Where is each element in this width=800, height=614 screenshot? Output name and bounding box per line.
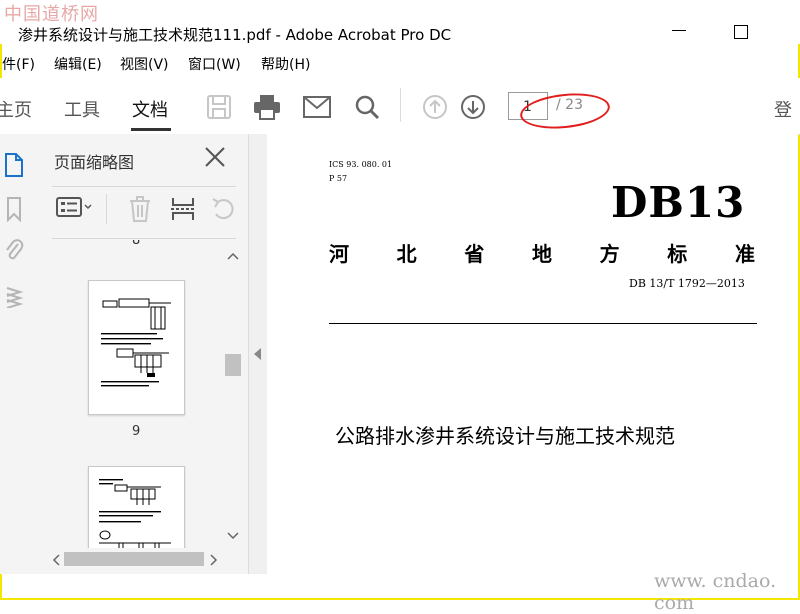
panel-tool-separator	[106, 194, 107, 224]
doc-standard-char: 北	[396, 242, 417, 266]
close-icon[interactable]	[204, 146, 226, 172]
menu-file[interactable]: 件(F)	[2, 54, 35, 74]
title-bar: 中国道桥网 渗井系统设计与施工技术规范111.pdf - Adobe Acrob…	[0, 0, 800, 44]
collapse-panel-icon[interactable]	[254, 348, 262, 360]
page-thumbnails-icon[interactable]	[4, 152, 24, 177]
minimize-button[interactable]	[672, 30, 686, 31]
undo-icon[interactable]	[210, 196, 236, 226]
menu-bar: 件(F) 编辑(E) 视图(V) 窗口(W) 帮助(H)	[0, 48, 800, 78]
doc-standard-number: DB 13/T 1792—2013	[629, 277, 745, 290]
thumbnail-options-icon[interactable]	[56, 196, 96, 222]
scroll-down-icon[interactable]	[227, 532, 239, 540]
vertical-scroll-thumb[interactable]	[225, 354, 241, 376]
doc-p-code: P 57	[329, 174, 348, 183]
tab-tools[interactable]: 工具	[64, 96, 100, 122]
thumbnail-list: 8 9	[52, 240, 240, 548]
sign-in-link[interactable]: 登	[774, 96, 792, 122]
scroll-right-icon[interactable]	[210, 554, 218, 566]
doc-standard-char: 方	[599, 242, 620, 266]
menu-view[interactable]: 视图(V)	[120, 54, 169, 74]
thumbnails-panel: 页面缩略图 8 9	[36, 134, 248, 574]
page-thumbnail-10[interactable]	[88, 466, 185, 548]
delete-icon[interactable]	[128, 196, 152, 226]
bookmark-icon[interactable]	[4, 196, 24, 223]
next-page-icon[interactable]	[458, 92, 488, 122]
page-thumbnail-9[interactable]	[88, 280, 185, 415]
print-icon[interactable]	[252, 92, 282, 122]
tab-home[interactable]: 主页	[0, 96, 32, 122]
tab-document[interactable]: 文档	[132, 96, 168, 122]
doc-rule-line	[329, 323, 757, 324]
attachment-icon[interactable]	[4, 238, 24, 260]
save-icon[interactable]	[204, 92, 234, 122]
thumbnail-label: 8	[132, 240, 141, 248]
split-page-icon[interactable]	[170, 196, 196, 226]
panel-splitter[interactable]	[248, 134, 268, 574]
scroll-up-icon[interactable]	[227, 252, 239, 260]
doc-standard-type: 河 北 省 地 方 标 准	[329, 238, 755, 267]
layers-icon[interactable]	[4, 282, 24, 309]
watermark-top: 中国道桥网	[4, 4, 99, 25]
doc-standard-char: 河	[329, 242, 349, 266]
scroll-left-icon[interactable]	[52, 554, 60, 566]
thumbnail-label: 9	[132, 424, 141, 439]
doc-standard-char: 省	[464, 242, 485, 266]
previous-page-icon[interactable]	[420, 92, 450, 122]
doc-standard-char: 准	[734, 242, 755, 266]
horizontal-scroll-thumb[interactable]	[64, 552, 204, 566]
window-title: 渗井系统设计与施工技术规范111.pdf - Adobe Acrobat Pro…	[18, 26, 452, 44]
thumbnail-vertical-scrollbar[interactable]	[224, 244, 242, 548]
doc-title: 公路排水渗井系统设计与施工技术规范	[335, 424, 675, 448]
menu-window[interactable]: 窗口(W)	[188, 54, 241, 74]
menu-help[interactable]: 帮助(H)	[261, 54, 310, 74]
doc-standard-char: 标	[667, 242, 688, 266]
document-view: ICS 93. 080. 01 P 57 DB13 河 北 省 地 方 标 准 …	[267, 134, 798, 574]
doc-standard-char: 地	[531, 242, 552, 266]
menu-edit[interactable]: 编辑(E)	[54, 54, 102, 74]
panel-title: 页面缩略图	[54, 153, 135, 172]
panel-divider	[52, 186, 236, 187]
doc-standard-code: DB13	[611, 178, 746, 227]
email-icon[interactable]	[302, 92, 332, 122]
watermark-bottom: www. cndao. com	[654, 570, 777, 614]
thumbnail-horizontal-scrollbar[interactable]	[52, 550, 224, 568]
navigation-rail	[0, 134, 37, 574]
active-tab-indicator	[131, 128, 171, 131]
toolbar-separator	[400, 88, 401, 122]
maximize-button[interactable]	[734, 25, 748, 39]
main-toolbar: 主页 工具 文档 1 / 23 登	[0, 78, 800, 135]
panel-divider	[52, 238, 236, 239]
doc-ics-code: ICS 93. 080. 01	[329, 160, 393, 169]
search-icon[interactable]	[352, 92, 382, 122]
